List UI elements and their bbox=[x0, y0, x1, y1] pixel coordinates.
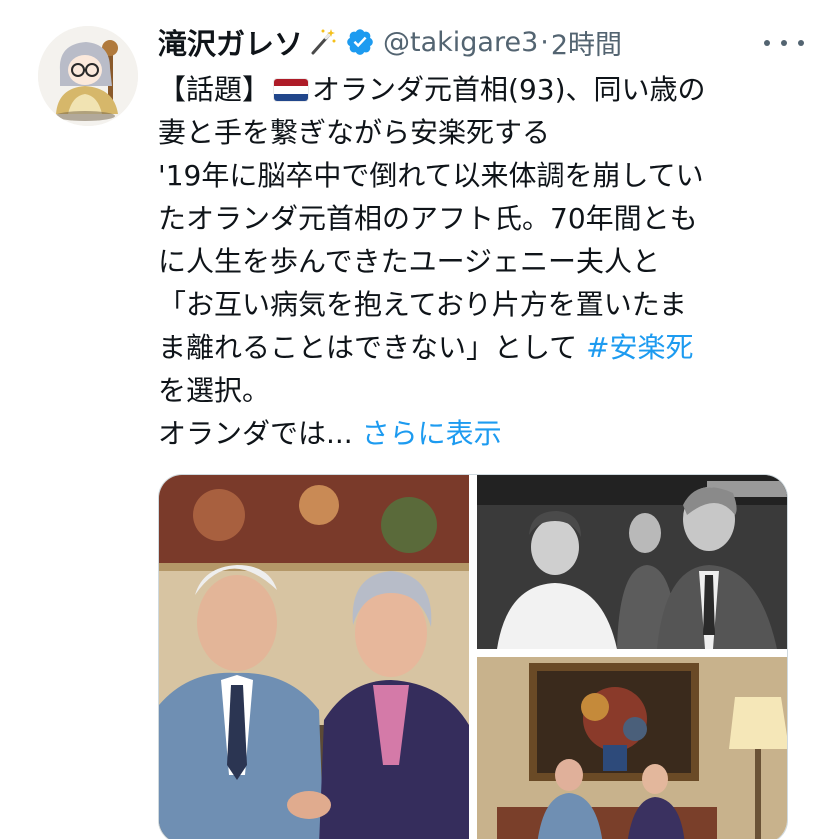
avatar-illustration bbox=[38, 26, 138, 126]
text-line-8: を選択。 bbox=[158, 374, 271, 407]
show-more-link[interactable]: さらに表示 bbox=[362, 417, 502, 450]
text-line-5: に人生を歩んできたユージェニー夫人と bbox=[158, 245, 661, 278]
avatar[interactable] bbox=[38, 26, 138, 126]
photo-couple-sofa[interactable] bbox=[159, 475, 469, 839]
photo-living-room-image bbox=[477, 657, 787, 839]
text-line-9-body: オランダでは... bbox=[158, 417, 362, 450]
text-line-3: '19年に脳卒中で倒れて以来体調を崩してい bbox=[158, 159, 704, 192]
media-grid bbox=[158, 474, 788, 839]
hashtag-link[interactable]: #安楽死 bbox=[586, 331, 693, 364]
netherlands-flag-icon bbox=[274, 79, 309, 101]
text-line-7: ま離れることはできない」として #安楽死 bbox=[158, 326, 798, 369]
text-line-4: たオランダ元首相のアフト氏。70年間とも bbox=[158, 202, 698, 235]
separator-dot: · bbox=[540, 26, 549, 58]
timestamp[interactable]: 2時間 bbox=[551, 23, 622, 62]
text-line-1: 【話題】 オランダ元首相(93)、同い歳の bbox=[158, 68, 798, 111]
display-name[interactable]: 滝沢ガレソ bbox=[158, 21, 303, 63]
photo-living-room[interactable] bbox=[477, 657, 787, 839]
text-line-7-body: ま離れることはできない」として bbox=[158, 331, 587, 364]
topic-tag: 【話題】 bbox=[158, 73, 271, 106]
photo-couple-sofa-image bbox=[159, 475, 469, 839]
user-handle[interactable]: @takigare3 bbox=[383, 27, 538, 58]
photo-black-and-white[interactable] bbox=[477, 475, 787, 649]
tweet-header: 滝沢ガレソ @takigare3 · 2時間 bbox=[158, 20, 808, 64]
magic-wand-icon bbox=[311, 29, 336, 55]
verified-badge-icon bbox=[347, 29, 373, 55]
text-line-2: 妻と手を繋ぎながら安楽死する bbox=[158, 116, 551, 149]
photo-black-and-white-image bbox=[477, 475, 787, 649]
headline-text: オランダ元首相(93)、同い歳の bbox=[312, 73, 706, 106]
more-options-icon[interactable] bbox=[764, 28, 804, 58]
text-line-9: オランダでは... さらに表示 bbox=[158, 412, 798, 455]
tweet-text: 【話題】 オランダ元首相(93)、同い歳の 妻と手を繋ぎながら安楽死する '19年… bbox=[158, 68, 798, 455]
tweet-card: 滝沢ガレソ @takigare3 · 2時間 【話題】 オランダ元首相(93)、同… bbox=[0, 0, 828, 839]
text-line-6: 「お互い病気を抱えており片方を置いたま bbox=[158, 288, 687, 321]
